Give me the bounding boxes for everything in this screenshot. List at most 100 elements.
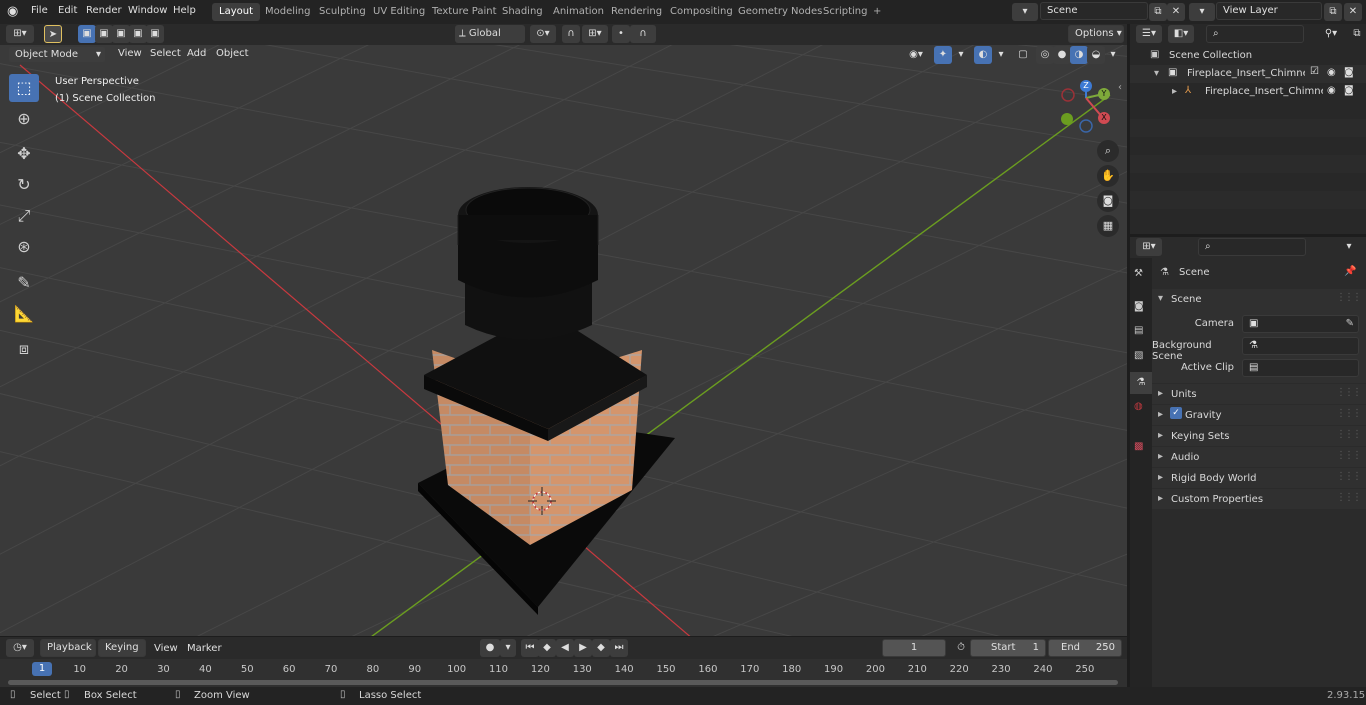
scene-field[interactable]: Scene: [1040, 2, 1148, 20]
solid-shading-icon[interactable]: ●: [1053, 46, 1071, 64]
view-layer-field[interactable]: View Layer: [1216, 2, 1322, 20]
3d-viewport[interactable]: User Perspective (1) Scene Collection Z …: [0, 45, 1127, 636]
object-menu[interactable]: Object: [216, 48, 249, 59]
measure-tool-icon[interactable]: 📐: [9, 300, 39, 328]
timeline-area[interactable]: 1 10 20 30 40 50 60 70 80 90 100 110 120 130 140 150 160…: [0, 659, 1127, 687]
material-shading-icon[interactable]: ◑: [1070, 46, 1088, 64]
drag-handle-icon[interactable]: ⋮⋮⋮: [1336, 492, 1362, 503]
wireframe-shading-icon[interactable]: ◎: [1036, 46, 1054, 64]
mode-subtract-icon[interactable]: ▣: [112, 25, 130, 43]
overlay-icon[interactable]: ◐: [974, 46, 992, 64]
chimney-model[interactable]: [418, 187, 675, 615]
play-reverse-icon[interactable]: ◀: [556, 639, 574, 657]
panel-keying-sets[interactable]: ▸ Keying Sets ⋮⋮⋮: [1152, 426, 1366, 446]
outliner-row[interactable]: ▾ ▣ Fireplace_Insert_Chimney_Bri ☑ ◉ ◙: [1130, 65, 1366, 83]
blender-logo-icon[interactable]: ◉: [7, 4, 23, 20]
tab-modeling[interactable]: Modeling: [258, 3, 318, 21]
cursor-tool-icon[interactable]: ⊕: [9, 105, 39, 133]
view-menu[interactable]: View: [118, 48, 142, 59]
proportional-edit-icon[interactable]: •: [612, 25, 630, 43]
mode-intersect-icon[interactable]: ▣: [146, 25, 164, 43]
tab-layout[interactable]: Layout: [212, 3, 260, 21]
camera-icon[interactable]: ◙: [1344, 85, 1354, 96]
pan-hand-icon[interactable]: ✋: [1097, 165, 1119, 187]
properties-editor-icon[interactable]: ⊞▾: [1136, 238, 1162, 256]
expand-arrow-icon[interactable]: ▸: [1172, 86, 1177, 97]
panel-custom-properties[interactable]: ▸ Custom Properties ⋮⋮⋮: [1152, 489, 1366, 509]
properties-search-input[interactable]: ⌕: [1198, 238, 1306, 256]
active-clip-field[interactable]: ▤: [1242, 359, 1359, 377]
options-dropdown[interactable]: Options ▾: [1068, 25, 1124, 43]
eye-icon[interactable]: ◉: [1327, 85, 1336, 96]
ortho-grid-icon[interactable]: ▦: [1097, 215, 1119, 237]
menu-file[interactable]: File: [31, 5, 48, 16]
tab-animation[interactable]: Animation: [546, 3, 611, 21]
end-frame-field[interactable]: End 250: [1048, 639, 1122, 657]
delete-view-layer-icon[interactable]: ✕: [1344, 3, 1362, 21]
mode-new-icon[interactable]: ▣: [78, 25, 96, 43]
panel-audio[interactable]: ▸ Audio ⋮⋮⋮: [1152, 447, 1366, 467]
mode-invert-icon[interactable]: ▣: [129, 25, 147, 43]
select-menu[interactable]: Select: [150, 48, 181, 59]
rotate-tool-icon[interactable]: ↻: [9, 171, 39, 199]
view-layer-icon[interactable]: ▾: [1189, 3, 1215, 21]
playback-menu[interactable]: Playback ▾: [40, 639, 96, 669]
panel-units[interactable]: ▸ Units ⋮⋮⋮: [1152, 384, 1366, 404]
eyedropper-icon[interactable]: ✎: [1346, 316, 1354, 332]
eye-icon[interactable]: ◉: [1327, 67, 1336, 78]
new-view-layer-icon[interactable]: ⧉: [1324, 3, 1342, 21]
tab-compositing[interactable]: Compositing: [663, 3, 740, 21]
panel-gravity[interactable]: ▸ ✓ Gravity ⋮⋮⋮: [1152, 405, 1366, 425]
world-tab-icon[interactable]: ◍: [1134, 401, 1143, 412]
x-axis-ball[interactable]: X: [1098, 112, 1110, 124]
tab-sculpting[interactable]: Sculpting: [312, 3, 373, 21]
z-axis-ball[interactable]: Z: [1080, 80, 1092, 92]
tab-shading[interactable]: Shading: [495, 3, 550, 21]
camera-view-icon[interactable]: ◙: [1097, 190, 1119, 212]
tab-texture-paint[interactable]: Texture Paint: [425, 3, 504, 21]
navigation-gizmo[interactable]: Z Y X: [1055, 80, 1115, 140]
scale-tool-icon[interactable]: ⤢: [9, 202, 39, 230]
snap-target-icon[interactable]: ⊞▾: [582, 25, 608, 43]
menu-window[interactable]: Window: [128, 5, 167, 16]
menu-render[interactable]: Render: [86, 5, 122, 16]
panel-rigid-body-world[interactable]: ▸ Rigid Body World ⋮⋮⋮: [1152, 468, 1366, 488]
auto-key-dropdown-icon[interactable]: ▾: [500, 639, 516, 657]
falloff-icon[interactable]: ∩: [630, 25, 656, 43]
object-mode-dropdown[interactable]: Object Mode ▾: [8, 46, 106, 63]
new-scene-icon[interactable]: ⧉: [1149, 3, 1167, 21]
playhead-indicator[interactable]: 1: [32, 662, 52, 676]
select-box-tool-icon[interactable]: ⬚: [9, 74, 39, 102]
transform-tool-icon[interactable]: ⊛: [9, 233, 39, 261]
tab-geometry-nodes[interactable]: Geometry Nodes: [731, 3, 829, 21]
shading-dropdown-icon[interactable]: ▾: [1104, 46, 1122, 64]
next-keyframe-icon[interactable]: ◆: [592, 639, 610, 657]
viewport-canvas[interactable]: [0, 45, 1127, 636]
play-icon[interactable]: ▶: [574, 639, 592, 657]
snap-icon[interactable]: ∩: [562, 25, 580, 43]
menu-edit[interactable]: Edit: [58, 5, 77, 16]
outliner-search-input[interactable]: ⌕: [1206, 25, 1304, 43]
render-tab-icon[interactable]: ◙: [1134, 301, 1144, 312]
current-frame-field[interactable]: 1: [882, 639, 946, 657]
gizmo-icon[interactable]: ✦: [934, 46, 952, 64]
timeline-editor-icon[interactable]: ◷▾: [6, 639, 34, 657]
zoom-icon[interactable]: ⌕: [1097, 140, 1119, 162]
scene-tab-icon[interactable]: ⚗: [1130, 372, 1152, 394]
output-tab-icon[interactable]: ▤: [1134, 325, 1143, 336]
drag-handle-icon[interactable]: ⋮⋮⋮: [1336, 408, 1362, 419]
drag-handle-icon[interactable]: ⋮⋮⋮: [1336, 429, 1362, 440]
stopwatch-icon[interactable]: ⏱: [952, 639, 970, 657]
prev-keyframe-icon[interactable]: ◆: [538, 639, 556, 657]
properties-options-icon[interactable]: ▾: [1340, 238, 1358, 256]
record-icon[interactable]: ●: [480, 639, 500, 657]
gravity-checkbox[interactable]: ✓: [1170, 407, 1182, 419]
add-menu[interactable]: Add: [187, 48, 206, 59]
tab-uv-editing[interactable]: UV Editing: [366, 3, 432, 21]
jump-end-icon[interactable]: ⏭: [610, 639, 628, 657]
annotate-tool-icon[interactable]: ✎: [9, 269, 39, 297]
outliner-row[interactable]: ▸ ⅄ Fireplace_Insert_Chimney ◉ ◙: [1130, 83, 1366, 101]
new-collection-icon[interactable]: ⧉: [1348, 25, 1366, 43]
tool-tab-icon[interactable]: ⚒: [1134, 268, 1143, 279]
start-frame-field[interactable]: Start 1: [970, 639, 1046, 657]
